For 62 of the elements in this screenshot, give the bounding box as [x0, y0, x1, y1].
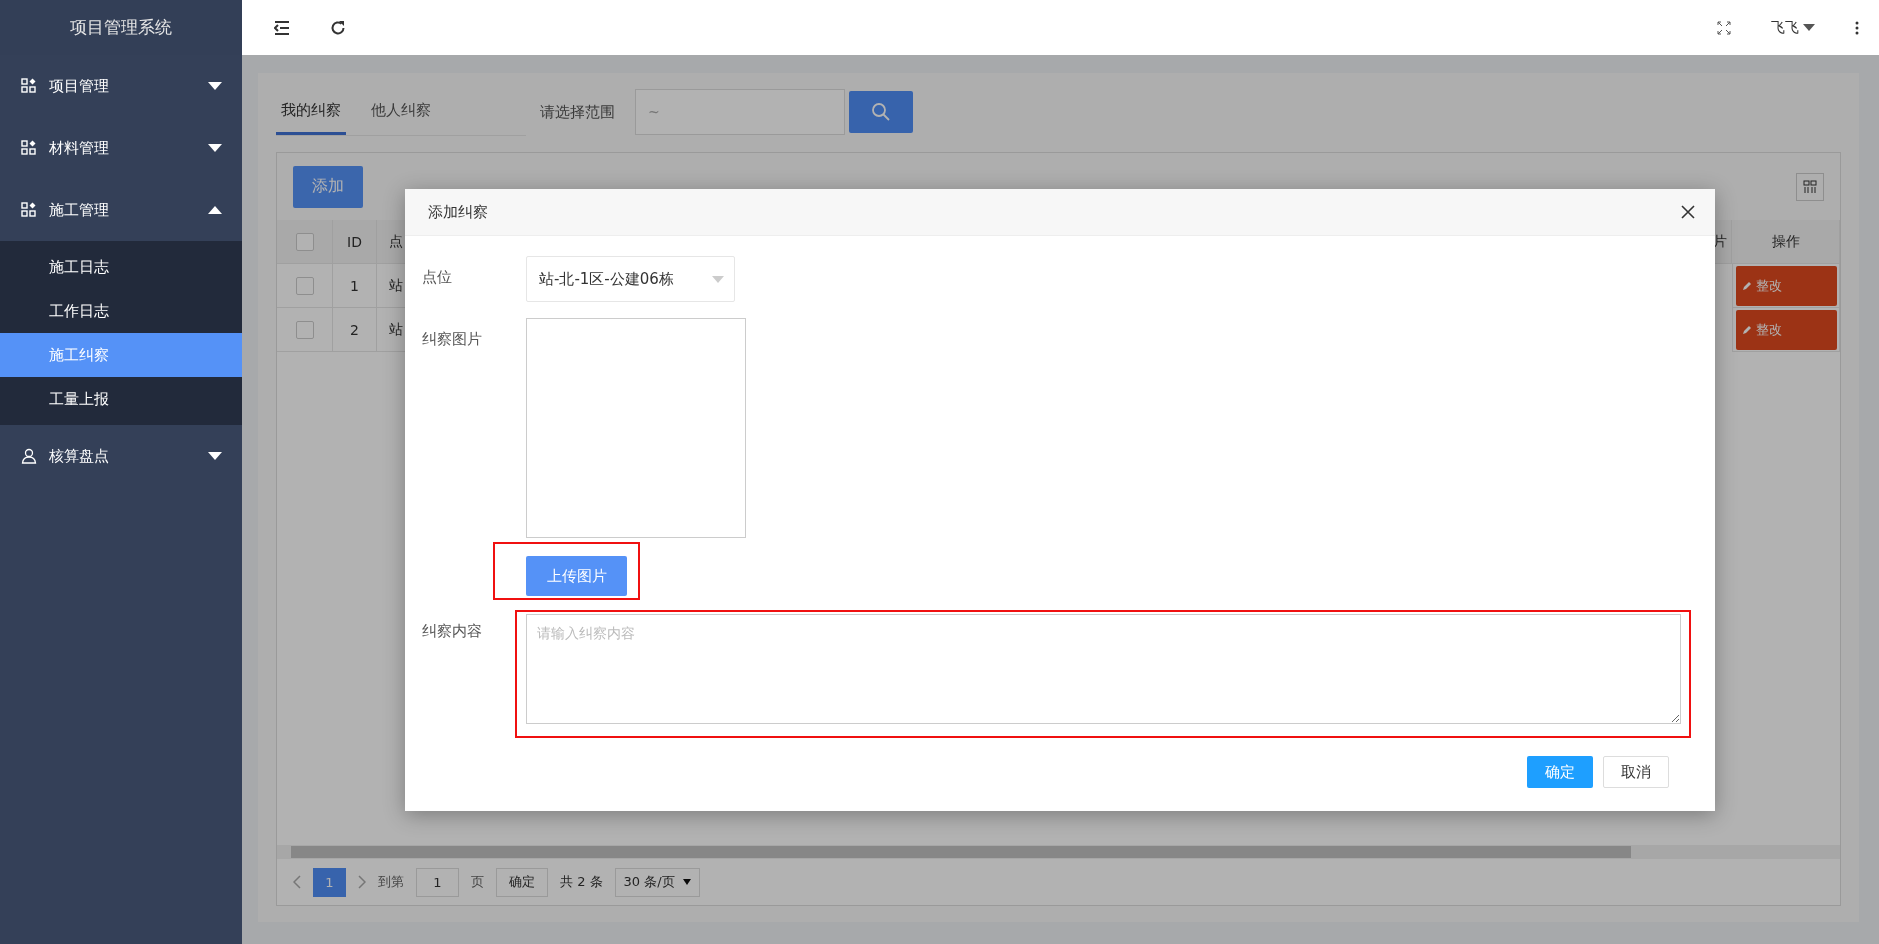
- fix-button[interactable]: 整改: [1735, 265, 1837, 306]
- column-header: 片: [1713, 232, 1727, 251]
- goto-label: 到第: [378, 873, 404, 891]
- column-header: ID: [347, 233, 362, 250]
- fix-button[interactable]: 整改: [1735, 309, 1837, 350]
- field-label: 纠察内容: [422, 621, 483, 642]
- field-label: 纠察图片: [422, 329, 483, 350]
- page-size-select[interactable]: 30 条/页: [614, 867, 700, 897]
- caret-icon: [712, 275, 724, 283]
- location-select[interactable]: 站-北-1区-公建06栋: [526, 256, 735, 302]
- pencil-icon: [1741, 324, 1752, 335]
- checkbox[interactable]: [295, 320, 314, 339]
- checkbox[interactable]: [295, 232, 314, 251]
- sidebar-item[interactable]: 核算盘点: [0, 425, 242, 487]
- page-unit: 页: [471, 873, 484, 891]
- table-cell: 站: [389, 320, 403, 339]
- grid-icon: [21, 140, 37, 156]
- goto-button[interactable]: 确定: [496, 867, 548, 897]
- grid-icon: [21, 78, 37, 94]
- menu-label: 项目管理: [49, 76, 110, 96]
- grid-icon: [21, 202, 37, 218]
- refresh-icon[interactable]: [330, 19, 346, 36]
- dialog-title: 添加纠察: [428, 202, 488, 222]
- more-icon[interactable]: [1855, 20, 1859, 35]
- next-icon[interactable]: [358, 875, 366, 889]
- tab[interactable]: 他人纠察: [366, 88, 436, 135]
- submenu-item[interactable]: 工量上报: [0, 377, 242, 421]
- sidebar-item[interactable]: 施工管理: [0, 179, 242, 241]
- columns-button[interactable]: [1796, 172, 1824, 201]
- search-button[interactable]: [849, 91, 913, 133]
- page-field[interactable]: 1: [416, 867, 459, 897]
- menu-fold-icon[interactable]: [274, 20, 290, 35]
- scrollbar[interactable]: [277, 845, 1840, 859]
- column-header: 点: [389, 232, 403, 251]
- content-field[interactable]: 请输入纠察内容: [526, 614, 1681, 724]
- search-icon: [871, 102, 891, 122]
- checkbox[interactable]: [295, 276, 314, 295]
- pencil-icon: [1741, 280, 1752, 291]
- caret-icon: [682, 879, 691, 885]
- caret-icon: [1803, 24, 1815, 31]
- range-label: 请选择范围: [540, 102, 615, 122]
- submenu-item[interactable]: 工作日志: [0, 289, 242, 333]
- sidebar-item[interactable]: 材料管理: [0, 117, 242, 179]
- close-icon[interactable]: [1681, 205, 1695, 219]
- columns-icon: [1803, 179, 1817, 194]
- table-cell: 1: [350, 277, 359, 294]
- menu-label: 核算盘点: [49, 446, 110, 466]
- menu-label: 施工管理: [49, 200, 110, 220]
- tab[interactable]: 我的纠察: [276, 88, 346, 135]
- column-header: 操作: [1771, 232, 1800, 251]
- table-cell: 2: [350, 321, 359, 338]
- total-count: 共 2 条: [560, 873, 603, 891]
- table-cell: 站: [389, 276, 403, 295]
- menu-label: 材料管理: [49, 138, 110, 158]
- field-label: 点位: [422, 267, 453, 288]
- fullscreen-icon[interactable]: [1717, 20, 1731, 35]
- cancel-button[interactable]: 取消: [1603, 756, 1669, 788]
- user-icon: [21, 448, 37, 464]
- sidebar-item[interactable]: 项目管理: [0, 55, 242, 117]
- prev-icon[interactable]: [293, 875, 301, 889]
- user-menu[interactable]: 飞飞: [1771, 18, 1815, 37]
- submenu-item[interactable]: 施工日志: [0, 245, 242, 289]
